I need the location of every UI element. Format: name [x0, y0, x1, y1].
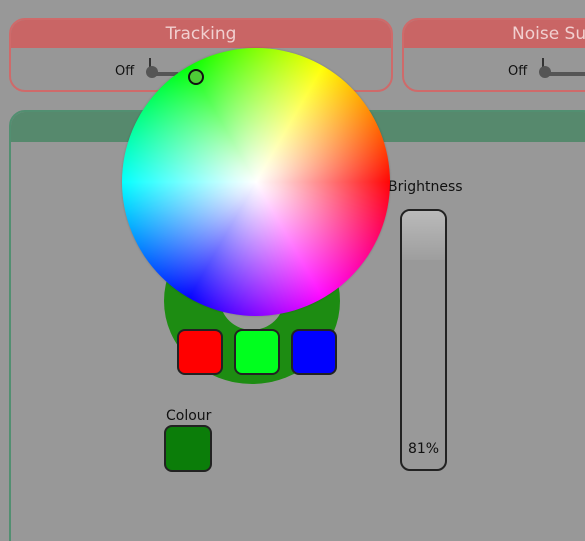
brightness-slider[interactable]: 81% — [400, 209, 447, 471]
preset-swatch-red[interactable] — [177, 329, 223, 375]
noise-switch-label: Off — [508, 64, 528, 79]
noise-switch-knob[interactable] — [539, 66, 551, 78]
lighting-control-screen: Tracking Off Noise Su Off Brightness 81%… — [0, 0, 585, 541]
preset-swatch-blue[interactable] — [291, 329, 337, 375]
brightness-label: Brightness — [388, 179, 463, 195]
noise-panel: Noise Su Off — [402, 18, 585, 92]
brightness-slider-fill — [402, 211, 445, 260]
colour-label: Colour — [166, 408, 212, 424]
color-wheel-marker-icon[interactable] — [188, 69, 204, 85]
color-wheel[interactable] — [122, 48, 390, 316]
tracking-switch-label: Off — [115, 64, 135, 79]
preset-swatch-green[interactable] — [234, 329, 280, 375]
brightness-value: 81% — [407, 441, 440, 457]
tracking-panel-title: Tracking — [11, 20, 391, 48]
tracking-switch-knob[interactable] — [146, 66, 158, 78]
colour-swatch[interactable] — [164, 425, 212, 472]
noise-panel-title: Noise Su — [404, 20, 585, 48]
